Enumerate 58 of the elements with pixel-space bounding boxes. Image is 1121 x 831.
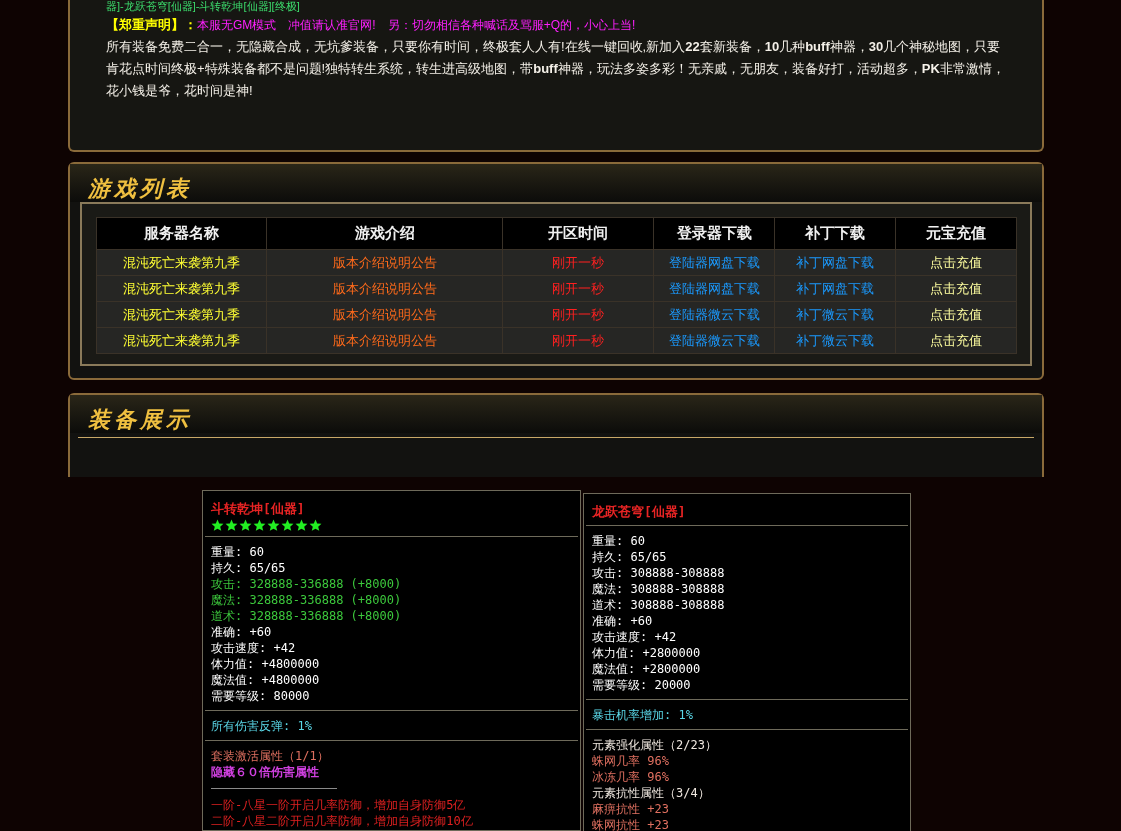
stat-line: 蛛网抗性 +23 [592, 817, 669, 831]
notice-text: 本服无GM模式 冲值请认准官网! 另：切勿相信各种喊话及骂服+Q的，小心上当! [197, 17, 636, 34]
stat-line: 体力值: +4800000 [211, 656, 320, 672]
stat-line: 元素抗性属性（3/4） [592, 785, 710, 801]
stat-line: 攻击: 328888-336888 (+8000) [211, 576, 402, 592]
stat-line: 需要等级: 80000 [211, 688, 310, 704]
stat-line: 麻痹抗性 +23 [592, 801, 669, 817]
stat-line: 准确: +60 [592, 613, 653, 629]
stat-line: 准确: +60 [211, 624, 272, 640]
stat-line: 道术: 308888-308888 [592, 597, 725, 613]
stat-line: 攻击: 308888-308888 [592, 565, 725, 581]
intro-paragraph: 所有装备免费二合一，无隐藏合成，无坑爹装备，只要你有时间，终极套人人有!在线一键回收,新加入22套新装备，10几种buff神器，30几个神秘地图，只要肯花点时间终极+特殊装备都不是问题!独特转生系统，转生进高级地图，带buff神器，玩法多姿多彩！无亲戚，无朋友，装备好打，活动超多，PK非常激情，花小钱是爷，花时间是神! [106, 38, 1006, 100]
stat-line: 冰冻几率 96% [592, 769, 669, 785]
server-name: 混沌死亡来袭第九季 [123, 254, 240, 270]
column-header: 开区时间 [502, 217, 654, 250]
column-header: 游戏介绍 [266, 217, 503, 250]
section-title: 游戏列表 [88, 174, 192, 202]
stat-line: 隐藏６０倍伤害属性 [211, 764, 319, 780]
item-name: 龙跃苍穹[仙器] [592, 503, 687, 521]
server-name: 混沌死亡来袭第九季 [123, 306, 240, 322]
title-line: 器]-龙跃苍穹[仙器]-斗转乾坤[仙器][终极] [106, 0, 301, 12]
stat-line: 持久: 65/65 [592, 549, 667, 565]
stat-line: 体力值: +2800000 [592, 645, 701, 661]
stat-line: 魔法: 328888-336888 (+8000) [211, 592, 402, 608]
stat-line: 元素强化属性（2/23） [592, 737, 717, 753]
stat-line: 二阶-八星二阶开启几率防御，增加自身防御10亿 [211, 813, 473, 829]
stat-line: 重量: 60 [592, 533, 645, 549]
notice-label: 【郑重声明】： [106, 16, 197, 35]
column-header: 元宝充值 [895, 217, 1017, 250]
column-header: 服务器名称 [96, 217, 267, 250]
star-icon [295, 519, 308, 532]
stat-line: 需要等级: 20000 [592, 677, 691, 693]
server-name: 混沌死亡来袭第九季 [123, 280, 240, 296]
star-icon [267, 519, 280, 532]
section-title: 装备展示 [88, 405, 192, 433]
star-icon [239, 519, 252, 532]
star-icon [281, 519, 294, 532]
star-icon [253, 519, 266, 532]
stat-line: 套装激活属性（1/1） [211, 748, 329, 764]
server-name: 混沌死亡来袭第九季 [123, 332, 240, 348]
star-icon [211, 519, 224, 532]
stat-line: 持久: 65/65 [211, 560, 286, 576]
stat-line: 道术: 328888-336888 (+8000) [211, 608, 402, 624]
stat-line: 魔法值: +2800000 [592, 661, 701, 677]
stat-line: 魔法: 308888-308888 [592, 581, 725, 597]
item-name: 斗转乾坤[仙器] [211, 500, 306, 518]
star-icon [309, 519, 322, 532]
stat-line: 攻击速度: +42 [211, 640, 296, 656]
stat-line: 攻击速度: +42 [592, 629, 677, 645]
column-header: 登录器下载 [653, 217, 775, 250]
stat-line: 重量: 60 [211, 544, 264, 560]
stat-line: 暴击机率增加: 1% [592, 707, 693, 723]
stat-line: 所有伤害反弹: 1% [211, 718, 312, 734]
column-header: 补丁下载 [774, 217, 896, 250]
star-icon [225, 519, 238, 532]
stat-line: 一阶-八星一阶开启几率防御，增加自身防御5亿 [211, 797, 466, 813]
stat-line: 魔法值: +4800000 [211, 672, 320, 688]
stat-line: 蛛网几率 96% [592, 753, 669, 769]
